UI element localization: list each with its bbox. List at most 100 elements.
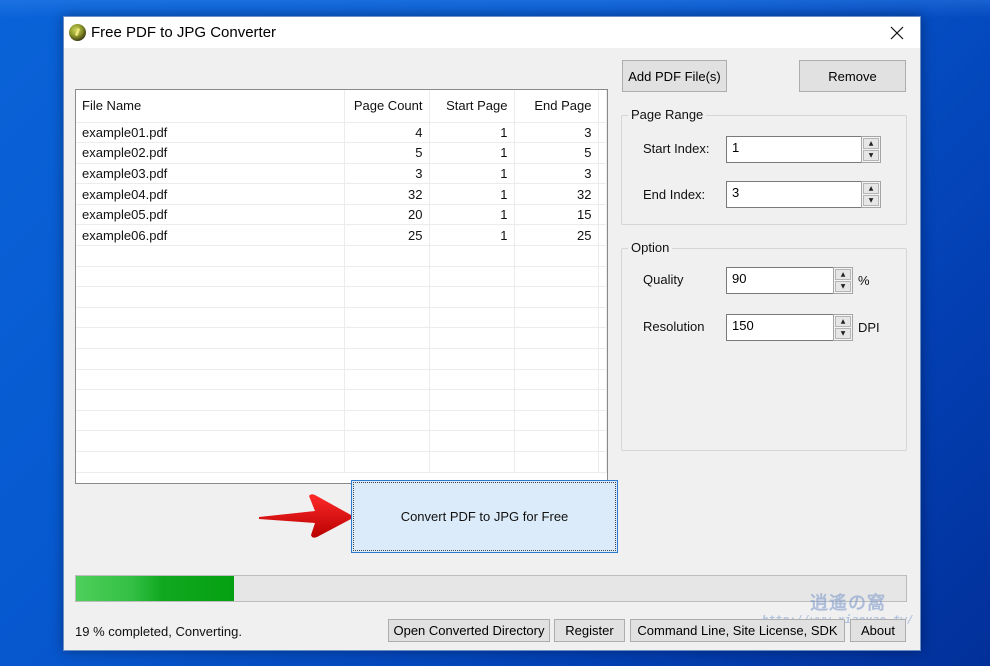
column-header-start-page[interactable]: Start Page xyxy=(429,90,515,123)
command-line-license-sdk-button[interactable]: Command Line, Site License, SDK xyxy=(630,619,845,642)
resolution-increment-icon[interactable]: ▲ xyxy=(835,316,851,327)
filler-cell xyxy=(598,430,607,452)
quality-label: Quality xyxy=(643,272,684,287)
page-count-cell xyxy=(344,327,430,350)
add-pdf-files-button[interactable]: Add PDF File(s) xyxy=(622,60,727,92)
table-row-empty xyxy=(76,389,607,411)
red-arrow-annotation-icon xyxy=(259,494,352,538)
start-page-cell xyxy=(429,389,515,411)
filler-cell xyxy=(598,163,607,185)
about-button[interactable]: About xyxy=(850,619,906,642)
table-row-empty xyxy=(76,307,607,329)
app-window: Free PDF to JPG Converter File Name Page… xyxy=(63,16,921,651)
start-page-cell xyxy=(429,410,515,432)
filler-cell xyxy=(598,183,607,205)
filler-cell xyxy=(598,451,607,473)
table-row[interactable]: example06.pdf 25 1 25 xyxy=(76,224,607,247)
file-name-cell: example06.pdf xyxy=(76,224,345,247)
window-title: Free PDF to JPG Converter xyxy=(91,24,277,41)
start-page-cell: 1 xyxy=(429,183,515,205)
end-page-cell: 5 xyxy=(514,142,599,164)
page-count-cell xyxy=(344,451,430,473)
table-row[interactable]: example03.pdf 3 1 3 xyxy=(76,163,607,185)
resolution-spin-buttons: ▲ ▼ xyxy=(833,314,853,341)
file-list-table[interactable]: File Name Page Count Start Page End Page… xyxy=(75,89,608,484)
end-index-input[interactable]: 3 xyxy=(726,181,861,208)
table-row[interactable]: example04.pdf 32 1 32 xyxy=(76,183,607,205)
option-legend: Option xyxy=(628,240,673,255)
table-row-empty xyxy=(76,369,607,391)
file-name-cell xyxy=(76,348,345,370)
quality-input[interactable]: 90 xyxy=(726,267,833,294)
start-index-spinbox: 1 ▲ ▼ xyxy=(726,136,881,163)
end-index-decrement-icon[interactable]: ▼ xyxy=(863,195,879,206)
quality-unit: % xyxy=(858,273,870,288)
start-index-input[interactable]: 1 xyxy=(726,136,861,163)
page-count-cell: 4 xyxy=(344,122,430,144)
start-page-cell xyxy=(429,430,515,452)
resolution-unit: DPI xyxy=(858,320,880,335)
resolution-decrement-icon[interactable]: ▼ xyxy=(835,328,851,339)
end-index-spinbox: 3 ▲ ▼ xyxy=(726,181,881,208)
table-row-empty xyxy=(76,410,607,432)
filler-cell xyxy=(598,122,607,144)
quality-decrement-icon[interactable]: ▼ xyxy=(835,281,851,292)
filler-cell xyxy=(598,327,607,350)
start-index-increment-icon[interactable]: ▲ xyxy=(863,138,879,149)
page-count-cell xyxy=(344,348,430,370)
table-header-row: File Name Page Count Start Page End Page xyxy=(76,90,607,123)
quality-spinbox: 90 ▲ ▼ xyxy=(726,267,853,294)
column-header-page-count[interactable]: Page Count xyxy=(344,90,430,123)
status-text: 19 % completed, Converting. xyxy=(75,624,242,639)
quality-spin-buttons: ▲ ▼ xyxy=(833,267,853,294)
open-converted-directory-button[interactable]: Open Converted Directory xyxy=(388,619,550,642)
column-header-end-page[interactable]: End Page xyxy=(514,90,599,123)
filler-cell xyxy=(598,204,607,226)
watermark-logo: 逍遙の窩 xyxy=(810,593,886,614)
file-name-cell xyxy=(76,451,345,473)
filler-cell xyxy=(598,224,607,247)
file-name-cell xyxy=(76,410,345,432)
start-page-cell xyxy=(429,327,515,350)
start-page-cell: 1 xyxy=(429,122,515,144)
table-row[interactable]: example02.pdf 5 1 5 xyxy=(76,142,607,164)
page-count-cell xyxy=(344,389,430,411)
quality-increment-icon[interactable]: ▲ xyxy=(835,269,851,280)
end-page-cell xyxy=(514,286,599,308)
title-bar: Free PDF to JPG Converter xyxy=(64,17,920,48)
page-count-cell xyxy=(344,266,430,288)
file-name-cell xyxy=(76,389,345,411)
filler-cell xyxy=(598,369,607,391)
resolution-input[interactable]: 150 xyxy=(726,314,833,341)
file-name-cell: example01.pdf xyxy=(76,122,345,144)
close-button[interactable] xyxy=(874,17,920,48)
file-name-cell xyxy=(76,266,345,288)
start-index-label: Start Index: xyxy=(643,141,710,156)
page-count-cell xyxy=(344,410,430,432)
end-index-label: End Index: xyxy=(643,187,706,202)
end-index-increment-icon[interactable]: ▲ xyxy=(863,183,879,194)
start-index-decrement-icon[interactable]: ▼ xyxy=(863,150,879,161)
start-page-cell xyxy=(429,348,515,370)
register-button[interactable]: Register xyxy=(554,619,625,642)
progress-bar-fill xyxy=(76,576,234,601)
file-name-cell xyxy=(76,369,345,391)
remove-button[interactable]: Remove xyxy=(799,60,906,92)
filler-cell xyxy=(598,266,607,288)
end-page-cell xyxy=(514,245,599,267)
page-count-cell xyxy=(344,307,430,329)
page-count-cell: 5 xyxy=(344,142,430,164)
end-page-cell: 3 xyxy=(514,122,599,144)
filler-cell xyxy=(598,245,607,267)
end-page-cell xyxy=(514,266,599,288)
table-row[interactable]: example01.pdf 4 1 3 xyxy=(76,122,607,144)
table-row[interactable]: example05.pdf 20 1 15 xyxy=(76,204,607,226)
filler-cell xyxy=(598,307,607,329)
column-header-file-name[interactable]: File Name xyxy=(76,90,345,123)
end-index-spin-buttons: ▲ ▼ xyxy=(861,181,881,208)
end-page-cell xyxy=(514,348,599,370)
convert-button[interactable]: Convert PDF to JPG for Free xyxy=(351,480,618,553)
file-name-cell xyxy=(76,327,345,350)
page-count-cell: 32 xyxy=(344,183,430,205)
end-page-cell: 15 xyxy=(514,204,599,226)
